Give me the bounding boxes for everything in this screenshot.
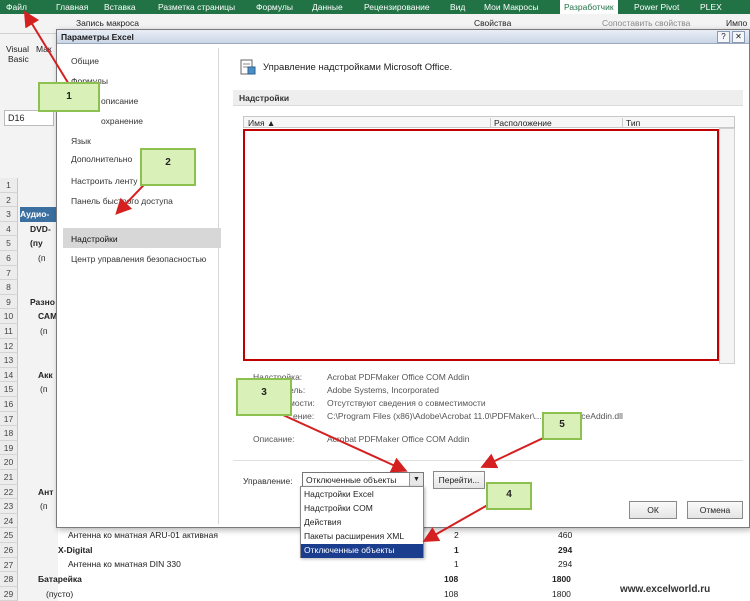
callout-4: 4	[486, 482, 532, 510]
callout-5: 5	[542, 412, 582, 440]
arrow-3	[271, 409, 408, 473]
callout-3: 3	[236, 378, 292, 416]
watermark: www.excelworld.ru	[620, 584, 711, 595]
instruction-arrows	[23, 10, 557, 542]
callout-2: 2	[140, 148, 196, 186]
callout-1: 1	[38, 82, 100, 112]
arrow-1	[23, 10, 71, 87]
